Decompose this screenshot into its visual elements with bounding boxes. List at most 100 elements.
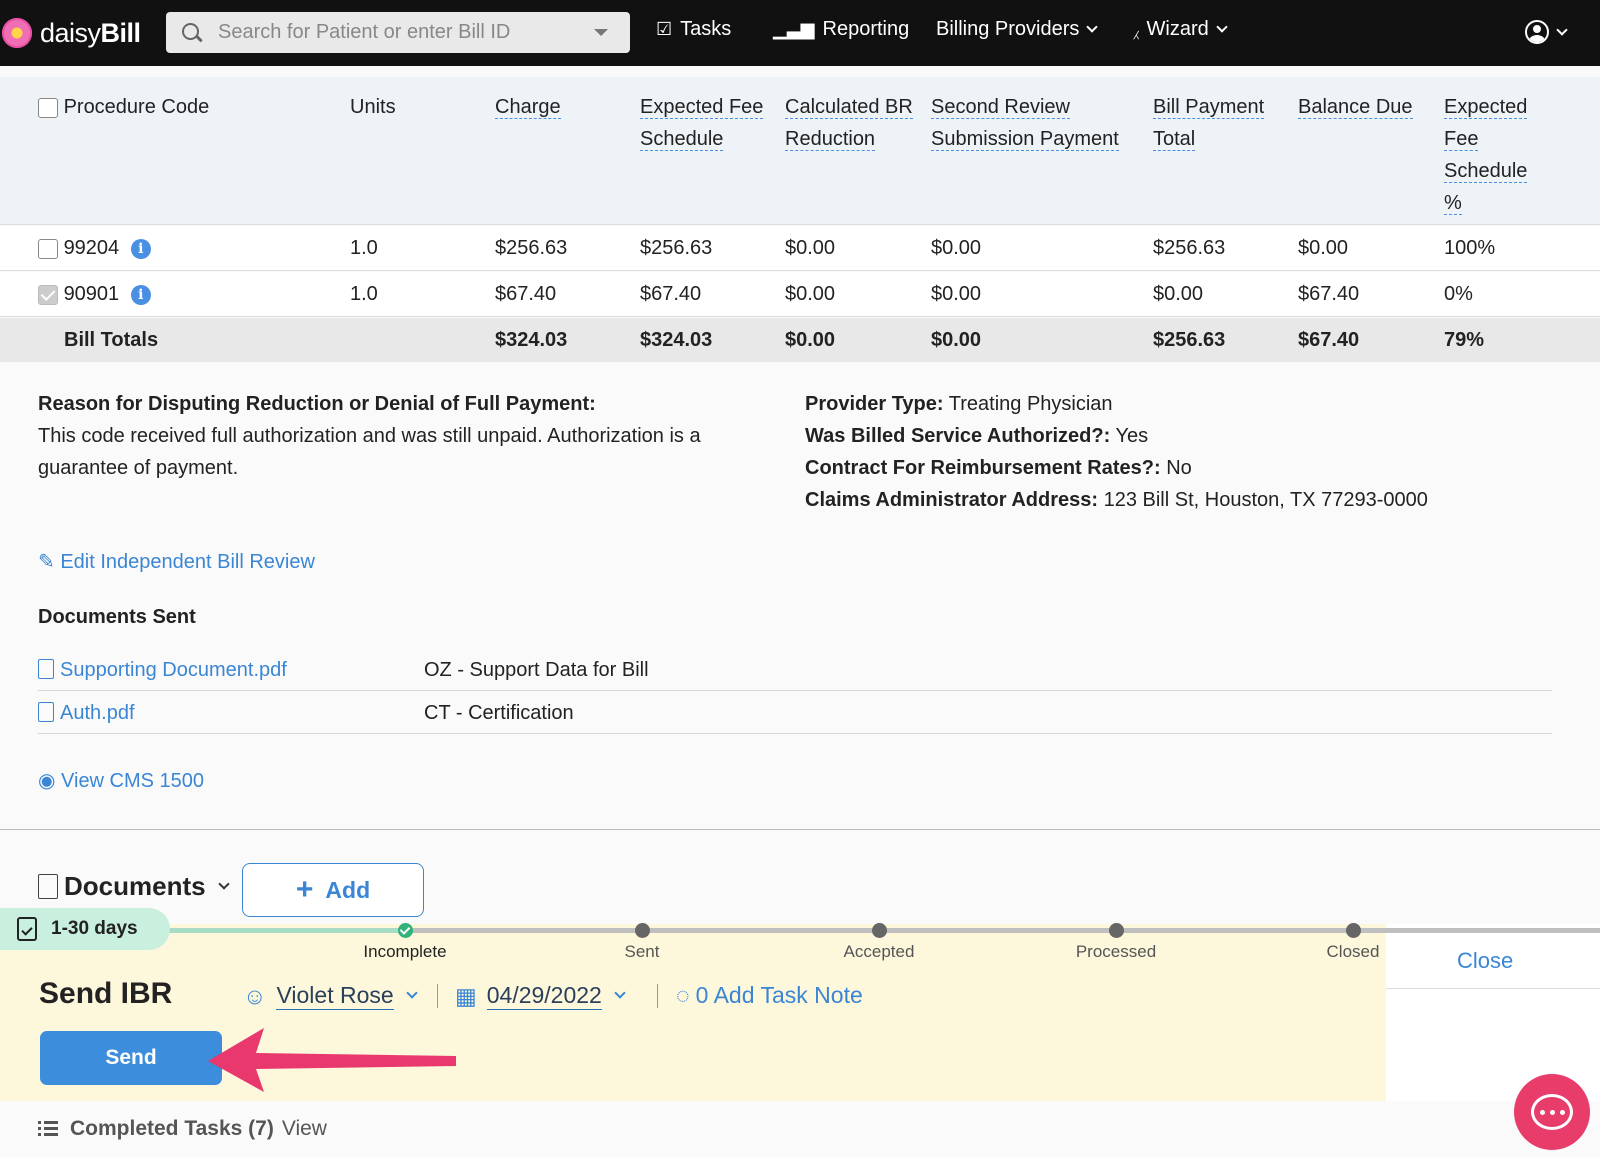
header-units: Units xyxy=(350,96,396,118)
bill-payment-value: $256.63 xyxy=(1153,237,1226,259)
completed-tasks[interactable]: Completed Tasks (7) View xyxy=(38,1117,327,1141)
total-bill-payment: $256.63 xyxy=(1153,329,1226,351)
row-checkbox[interactable] xyxy=(38,238,58,259)
step-label: Incomplete xyxy=(363,942,447,961)
balance-due-value: $0.00 xyxy=(1298,237,1349,259)
documents-sent-title: Documents Sent xyxy=(38,606,196,628)
daisy-flower-icon xyxy=(2,18,32,48)
pdf-file-icon xyxy=(38,659,54,679)
header-second-review-payment[interactable]: Second Review Submission Payment xyxy=(931,91,1119,155)
pdf-file-icon xyxy=(38,874,58,899)
step-label: Sent xyxy=(624,942,660,961)
user-avatar-icon xyxy=(1525,20,1549,44)
balance-due-value: $67.40 xyxy=(1298,283,1360,305)
charge-value: $67.40 xyxy=(495,283,557,305)
header-bill-payment-total[interactable]: Bill Payment Total xyxy=(1153,91,1265,155)
second-review-value: $0.00 xyxy=(931,237,982,259)
nav-billing-providers-label: Billing Providers xyxy=(936,18,1080,40)
procedure-code: 99204 xyxy=(63,237,120,259)
documents-dropdown[interactable]: Documents xyxy=(38,871,230,902)
chevron-down-icon xyxy=(614,987,626,999)
divider xyxy=(657,984,658,1008)
add-task-note-link[interactable]: ◌ 0 Add Task Note xyxy=(676,982,863,1009)
add-document-button[interactable]: + Add xyxy=(242,863,424,917)
bar-chart-icon: ▁▃▆ xyxy=(773,19,815,39)
table-row: 99204 i 1.0 $256.63 $256.63 $0.00 $0.00 … xyxy=(0,226,1600,271)
chat-widget-button[interactable] xyxy=(1514,1074,1590,1150)
header-expected-fee-schedule[interactable]: Expected Fee Schedule xyxy=(640,91,764,155)
select-all-checkbox[interactable] xyxy=(38,97,58,118)
magic-wand-icon: ⁁ xyxy=(1134,19,1139,39)
calc-br-value: $0.00 xyxy=(785,237,836,259)
nav-tasks[interactable]: ☑ Tasks xyxy=(656,18,731,41)
header-procedure-code: Procedure Code xyxy=(38,91,209,123)
chevron-down-icon xyxy=(406,987,418,999)
chevron-down-icon xyxy=(1086,21,1099,33)
search-icon xyxy=(182,22,202,43)
info-icon[interactable]: i xyxy=(130,284,151,305)
brand-name-bold: Bill xyxy=(100,17,142,48)
step-label: Accepted xyxy=(843,942,915,961)
bill-totals-label: Bill Totals xyxy=(64,329,159,351)
chevron-down-icon xyxy=(1216,21,1228,33)
nav-wizard-label: Wizard xyxy=(1146,18,1209,40)
step-dot-incomplete xyxy=(398,923,413,938)
daisybill-logo[interactable]: daisyBill xyxy=(2,18,162,49)
chat-bubble-icon xyxy=(1531,1094,1573,1130)
procedure-table-header: Procedure Code Units Charge Expected Fee… xyxy=(0,77,1600,225)
view-cms-1500-link[interactable]: ◉ View CMS 1500 xyxy=(38,765,204,797)
info-icon[interactable]: i xyxy=(130,238,151,259)
patient-search-input[interactable] xyxy=(218,21,588,44)
bill-payment-value: $0.00 xyxy=(1153,283,1204,305)
total-efs-percent: 79% xyxy=(1444,329,1485,351)
bill-totals-row: Bill Totals $324.03 $324.03 $0.00 $0.00 … xyxy=(0,318,1600,363)
second-review-value: $0.00 xyxy=(931,283,982,305)
patient-search-box[interactable] xyxy=(166,12,630,53)
step-dot-processed xyxy=(1109,923,1124,938)
chevron-down-icon xyxy=(1556,23,1568,36)
annotation-arrow xyxy=(208,1028,456,1092)
close-task-link[interactable]: Close xyxy=(1457,948,1513,974)
expected-fee-value: $256.63 xyxy=(640,237,713,259)
step-dot-accepted xyxy=(872,923,887,938)
row-checkbox[interactable] xyxy=(38,284,58,305)
document-link[interactable]: Supporting Document.pdf xyxy=(38,654,287,686)
header-expected-fee-schedule-percent[interactable]: Expected Fee Schedule % xyxy=(1444,91,1528,219)
step-label: Processed xyxy=(1075,942,1157,961)
efs-percent-value: 0% xyxy=(1444,283,1473,305)
clipboard-check-icon: ☑ xyxy=(656,19,673,39)
expected-fee-value: $67.40 xyxy=(640,283,702,305)
header-balance-due[interactable]: Balance Due xyxy=(1298,91,1413,123)
plus-icon: + xyxy=(295,873,314,906)
header-charge[interactable]: Charge xyxy=(495,91,561,123)
charge-value: $256.63 xyxy=(495,237,568,259)
efs-percent-value: 100% xyxy=(1444,237,1496,259)
send-ibr-button[interactable]: Send xyxy=(40,1031,222,1085)
step-dot-sent xyxy=(635,923,650,938)
total-balance-due: $67.40 xyxy=(1298,329,1360,351)
step-dot-closed xyxy=(1346,923,1361,938)
edit-icon: ✎ xyxy=(38,551,55,573)
search-dropdown-caret-icon[interactable] xyxy=(594,29,608,36)
procedure-code: 90901 xyxy=(63,283,120,305)
task-due-date-dropdown[interactable]: ▦ 04/29/2022 xyxy=(455,982,626,1010)
total-second-review: $0.00 xyxy=(931,329,982,351)
nav-reporting[interactable]: ▁▃▆ Reporting xyxy=(773,18,909,41)
dispute-reason: Reason for Disputing Reduction or Denial… xyxy=(38,393,701,479)
document-type: CT - Certification xyxy=(424,702,574,724)
task-assignee-dropdown[interactable]: ☺ Violet Rose xyxy=(243,982,418,1010)
user-menu[interactable] xyxy=(1525,20,1568,44)
document-link[interactable]: Auth.pdf xyxy=(38,697,135,729)
nav-billing-providers[interactable]: Billing Providers xyxy=(936,18,1099,41)
task-age-badge: 1-30 days xyxy=(0,908,170,950)
pdf-file-icon xyxy=(38,702,54,722)
total-calc-br: $0.00 xyxy=(785,329,836,351)
nav-wizard[interactable]: ⁁ Wizard xyxy=(1134,18,1228,41)
header-calculated-br-reduction[interactable]: Calculated BR Reduction xyxy=(785,91,913,155)
nav-tasks-label: Tasks xyxy=(680,18,732,40)
task-title: Send IBR xyxy=(39,977,173,1010)
calc-br-value: $0.00 xyxy=(785,283,836,305)
edit-independent-bill-review-link[interactable]: ✎ Edit Independent Bill Review xyxy=(38,546,315,578)
ibr-details-panel: Reason for Disputing Reduction or Denial… xyxy=(0,362,1600,830)
view-completed-tasks-link[interactable]: View xyxy=(282,1117,327,1141)
